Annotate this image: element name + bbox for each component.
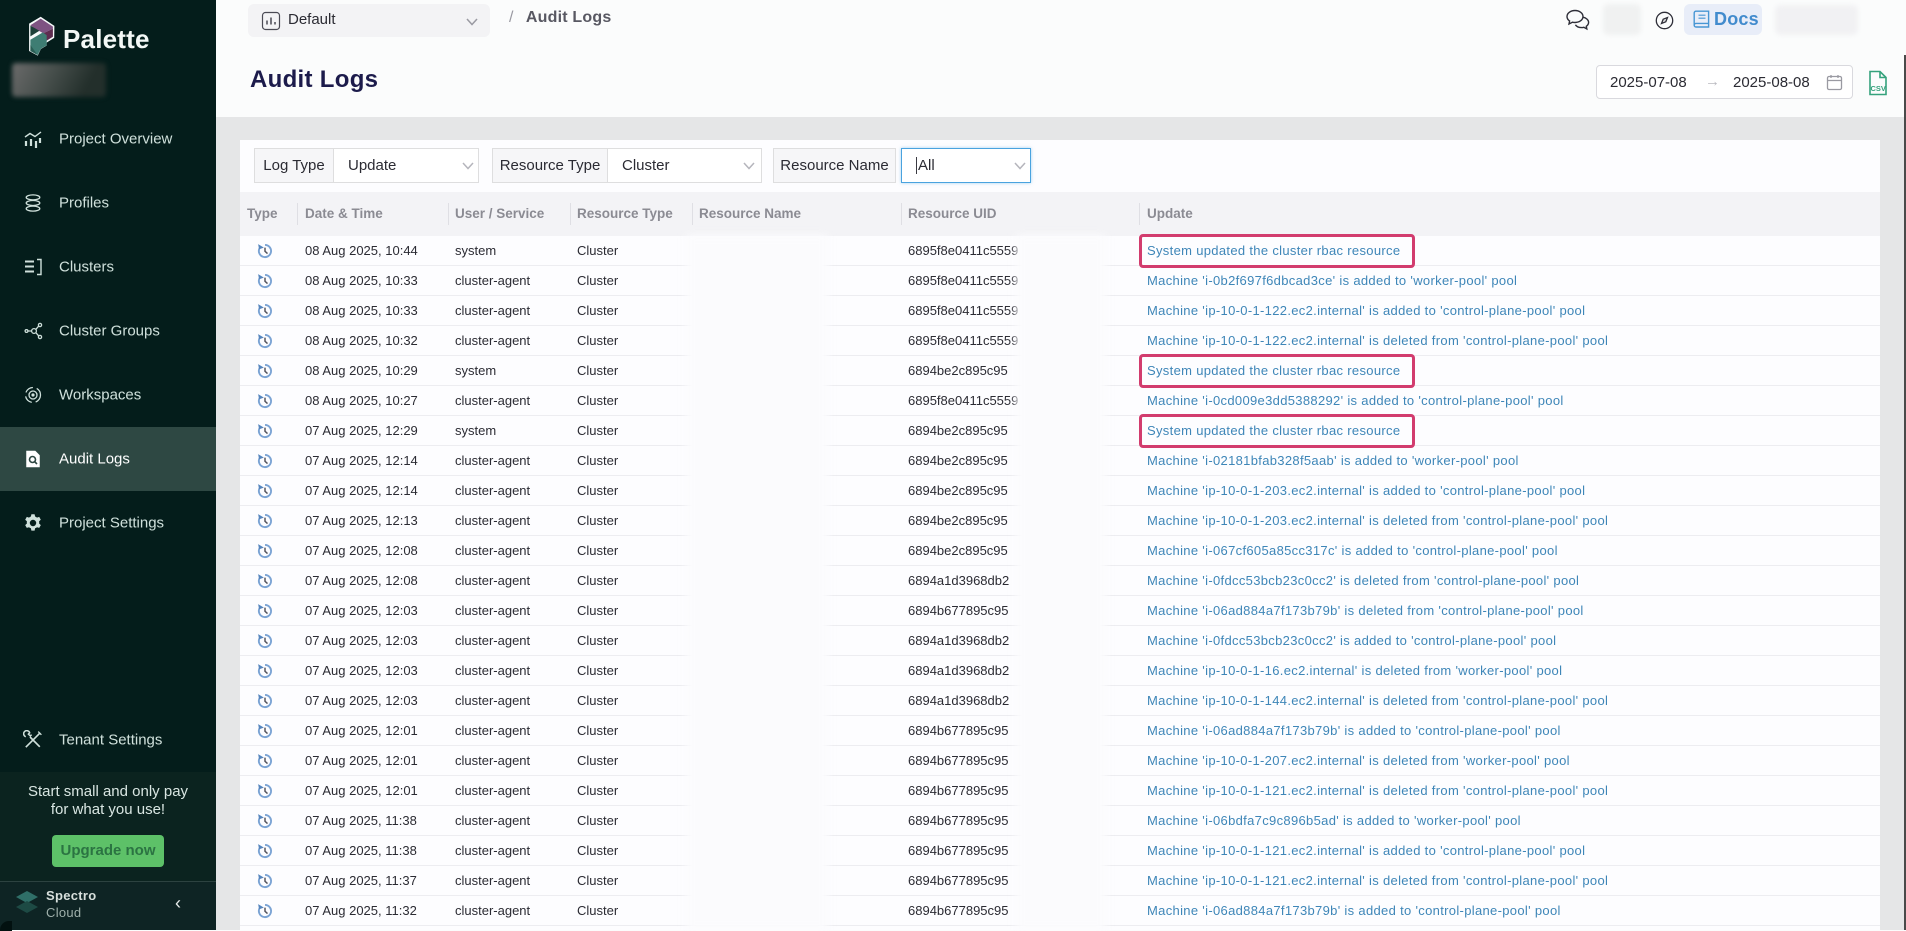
svg-text:CSV: CSV [1871,84,1886,93]
